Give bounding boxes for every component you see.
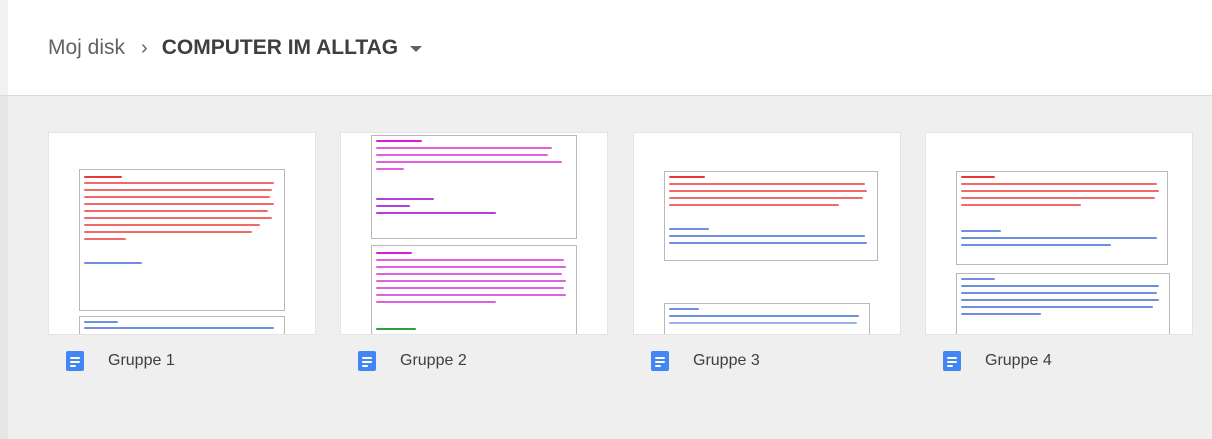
preview-text-line <box>376 287 564 289</box>
document-preview-page <box>371 135 577 239</box>
preview-text-line <box>376 259 564 261</box>
preview-text-line <box>669 183 865 185</box>
file-name: Gruppe 1 <box>108 352 175 369</box>
preview-text-line <box>376 168 404 170</box>
document-preview-page <box>956 273 1170 334</box>
preview-text-line <box>376 205 410 207</box>
google-docs-icon <box>66 351 84 371</box>
document-preview-page <box>956 171 1168 265</box>
left-edge <box>0 96 8 439</box>
preview-text-line <box>669 315 859 317</box>
file-thumbnail[interactable] <box>633 132 901 335</box>
folder-name: COMPUTER IM ALLTAG <box>161 36 399 59</box>
preview-text-line <box>961 278 995 280</box>
preview-text-line <box>376 328 416 330</box>
file-card-gruppe-3[interactable]: Gruppe 3 <box>633 132 901 372</box>
preview-text-line <box>84 327 274 329</box>
preview-text-line <box>84 189 272 191</box>
preview-text-line <box>669 197 863 199</box>
file-caption: Gruppe 4 <box>925 335 1193 387</box>
preview-text-line <box>376 280 566 282</box>
top-bar: Moj disk › COMPUTER IM ALLTAG <box>0 0 1212 96</box>
preview-text-line <box>84 176 122 178</box>
preview-text-line <box>376 266 566 268</box>
preview-text-line <box>961 306 1153 308</box>
preview-text-line <box>961 313 1041 315</box>
breadcrumb: Moj disk › COMPUTER IM ALLTAG <box>48 36 423 60</box>
preview-text-line <box>961 230 1001 232</box>
file-caption: Gruppe 3 <box>633 335 901 387</box>
file-name: Gruppe 4 <box>985 352 1052 369</box>
document-preview-page <box>371 245 577 334</box>
preview-text-line <box>669 190 867 192</box>
preview-text-line <box>376 294 566 296</box>
preview-text-line <box>961 197 1155 199</box>
document-preview-page <box>664 303 870 334</box>
preview-text-line <box>84 210 268 212</box>
preview-text-line <box>961 299 1159 301</box>
preview-text-line <box>376 301 496 303</box>
preview-text-line <box>376 252 412 254</box>
file-caption: Gruppe 2 <box>340 335 608 387</box>
document-preview-page <box>79 316 285 334</box>
preview-text-line <box>376 154 548 156</box>
preview-text-line <box>84 238 126 240</box>
preview-text-line <box>84 231 252 233</box>
preview-text-line <box>84 224 260 226</box>
preview-text-line <box>961 237 1157 239</box>
file-caption: Gruppe 1 <box>48 335 316 387</box>
breadcrumb-current-folder[interactable]: COMPUTER IM ALLTAG <box>161 36 423 60</box>
preview-text-line <box>376 212 496 214</box>
preview-text-line <box>669 242 867 244</box>
file-thumbnail[interactable] <box>48 132 316 335</box>
preview-text-line <box>669 228 709 230</box>
file-card-gruppe-1[interactable]: Gruppe 1 <box>48 132 316 372</box>
preview-text-line <box>961 190 1159 192</box>
file-name: Gruppe 2 <box>400 352 467 369</box>
preview-text-line <box>376 198 434 200</box>
preview-text-line <box>669 235 865 237</box>
file-card-gruppe-2[interactable]: Gruppe 2 <box>340 132 608 372</box>
caret-down-icon[interactable] <box>410 46 423 52</box>
google-docs-icon <box>358 351 376 371</box>
file-name: Gruppe 3 <box>693 352 760 369</box>
file-thumbnail[interactable] <box>925 132 1193 335</box>
preview-text-line <box>669 204 839 206</box>
document-preview-page <box>79 169 285 311</box>
preview-text-line <box>669 176 705 178</box>
preview-text-line <box>376 147 552 149</box>
preview-text-line <box>84 203 274 205</box>
left-edge <box>0 0 8 95</box>
preview-text-line <box>961 292 1157 294</box>
breadcrumb-my-drive[interactable]: Moj disk <box>48 36 125 60</box>
preview-text-line <box>669 322 857 324</box>
preview-text-line <box>961 176 995 178</box>
google-docs-icon <box>651 351 669 371</box>
google-docs-icon <box>943 351 961 371</box>
preview-text-line <box>84 182 274 184</box>
preview-text-line <box>961 244 1111 246</box>
preview-text-line <box>961 204 1081 206</box>
file-grid: Gruppe 1 Gruppe 2 Gruppe 3 Gruppe 4 <box>0 96 1212 439</box>
preview-text-line <box>84 196 270 198</box>
preview-text-line <box>84 262 142 264</box>
chevron-right-icon: › <box>141 36 148 59</box>
file-card-gruppe-4[interactable]: Gruppe 4 <box>925 132 1193 372</box>
preview-text-line <box>84 217 272 219</box>
preview-text-line <box>376 161 562 163</box>
file-thumbnail[interactable] <box>340 132 608 335</box>
preview-text-line <box>961 183 1157 185</box>
preview-text-line <box>376 140 422 142</box>
preview-text-line <box>84 321 118 323</box>
preview-text-line <box>961 285 1159 287</box>
preview-text-line <box>669 308 699 310</box>
preview-text-line <box>376 273 562 275</box>
document-preview-page <box>664 171 878 261</box>
